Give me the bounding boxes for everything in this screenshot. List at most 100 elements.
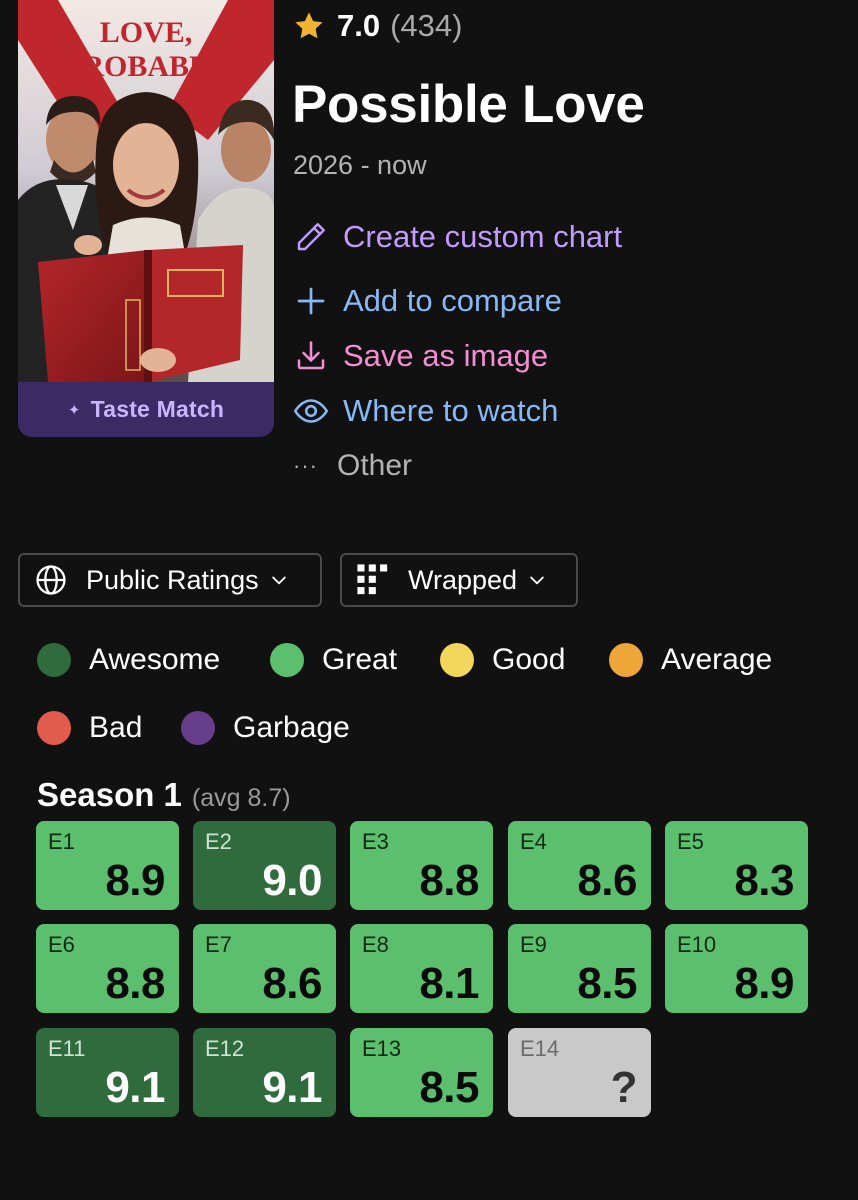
where-to-watch-button[interactable]: Where to watch bbox=[293, 391, 558, 431]
create-custom-chart-label: Create custom chart bbox=[343, 219, 623, 254]
legend-label: Garbage bbox=[233, 711, 350, 744]
episode-tile-e5[interactable]: E5 8.3 bbox=[665, 821, 808, 910]
episode-score: 8.6 bbox=[262, 959, 322, 1008]
episode-tile-e13[interactable]: E13 8.5 bbox=[350, 1028, 493, 1117]
legend-label: Awesome bbox=[89, 643, 221, 676]
season-header: Season 1 (avg 8.7) bbox=[37, 776, 291, 814]
layout-mode-value: Wrapped bbox=[408, 564, 518, 595]
legend-label: Average bbox=[661, 643, 773, 676]
episode-score: 8.8 bbox=[105, 959, 165, 1008]
episode-label: E13 bbox=[362, 1036, 402, 1061]
rating-count: (434) bbox=[390, 8, 463, 43]
poster-image: LOVE, PROBABLY bbox=[18, 0, 274, 382]
episode-tile-e10[interactable]: E10 8.9 bbox=[665, 924, 808, 1013]
show-detail-screen: LOVE, PROBABLY ✦ Taste Match 7.0 (434) P… bbox=[0, 0, 858, 1200]
episode-label: E3 bbox=[362, 829, 389, 854]
other-options-button[interactable]: ··· Other bbox=[293, 446, 412, 486]
legend-item-bad: Bad bbox=[37, 708, 142, 748]
sparkle-icon: ✦ bbox=[67, 401, 81, 419]
legend-dot bbox=[609, 643, 643, 677]
add-to-compare-button[interactable]: Add to compare bbox=[293, 281, 562, 321]
download-icon bbox=[297, 341, 325, 370]
episode-tile-e3[interactable]: E3 8.8 bbox=[350, 821, 493, 910]
episode-score: 9.0 bbox=[262, 856, 322, 905]
episode-tile-e11[interactable]: E11 9.1 bbox=[36, 1028, 179, 1117]
ratings-source-dropdown[interactable]: Public Ratings bbox=[18, 553, 322, 607]
more-dots-icon: ··· bbox=[293, 453, 318, 478]
chevron-down-icon bbox=[271, 576, 286, 585]
episode-tile-e2[interactable]: E2 9.0 bbox=[193, 821, 336, 910]
where-to-watch-label: Where to watch bbox=[343, 393, 559, 428]
layout-mode-dropdown[interactable]: Wrapped bbox=[340, 553, 578, 607]
episode-score: 8.1 bbox=[419, 959, 479, 1008]
star-icon bbox=[295, 12, 323, 39]
legend-dot bbox=[440, 643, 474, 677]
episode-label: E8 bbox=[362, 932, 389, 957]
episode-score: 8.6 bbox=[577, 856, 637, 905]
poster-logo-line1: LOVE, bbox=[100, 16, 193, 49]
episode-score: 8.5 bbox=[577, 959, 637, 1008]
plus-icon bbox=[297, 287, 325, 315]
episode-score: ? bbox=[610, 1063, 638, 1112]
episode-label: E2 bbox=[205, 829, 232, 854]
poster-card[interactable]: LOVE, PROBABLY ✦ Taste Match bbox=[18, 0, 274, 437]
episode-score: 9.1 bbox=[105, 1063, 165, 1112]
episode-score: 8.3 bbox=[734, 856, 794, 905]
episode-label: E4 bbox=[520, 829, 547, 854]
legend-item-great: Great bbox=[270, 640, 397, 680]
legend-dot bbox=[37, 643, 71, 677]
episode-label: E12 bbox=[205, 1036, 245, 1061]
chevron-down-icon bbox=[530, 576, 544, 585]
episode-label: E7 bbox=[205, 932, 232, 957]
episode-tile-e7[interactable]: E7 8.6 bbox=[193, 924, 336, 1013]
rating-value: 7.0 bbox=[337, 8, 381, 43]
ratings-source-value: Public Ratings bbox=[86, 564, 259, 595]
eye-icon bbox=[293, 399, 329, 423]
episode-score: 8.5 bbox=[419, 1063, 479, 1112]
other-label: Other bbox=[337, 449, 413, 482]
legend-dot bbox=[270, 643, 304, 677]
episode-label: E6 bbox=[48, 932, 75, 957]
episode-label: E5 bbox=[677, 829, 704, 854]
episode-label: E10 bbox=[677, 932, 717, 957]
episode-tile-e1[interactable]: E1 8.9 bbox=[36, 821, 179, 910]
legend-label: Great bbox=[322, 643, 398, 676]
season-average: (avg 8.7) bbox=[191, 784, 291, 812]
rating-row: 7.0 (434) bbox=[293, 6, 462, 46]
episode-tile-e12[interactable]: E12 9.1 bbox=[193, 1028, 336, 1117]
create-custom-chart-button[interactable]: Create custom chart bbox=[293, 217, 622, 257]
pencil-icon bbox=[297, 223, 325, 251]
taste-match-label: Taste Match bbox=[90, 396, 225, 422]
legend-item-good: Good bbox=[440, 640, 565, 680]
legend-dot bbox=[181, 711, 215, 745]
add-to-compare-label: Add to compare bbox=[343, 283, 562, 318]
episode-score: 8.9 bbox=[105, 856, 165, 905]
episode-tile-e6[interactable]: E6 8.8 bbox=[36, 924, 179, 1013]
save-as-image-button[interactable]: Save as image bbox=[293, 336, 548, 376]
episode-tile-e8[interactable]: E8 8.1 bbox=[350, 924, 493, 1013]
globe-icon bbox=[36, 565, 66, 595]
episode-score: 9.1 bbox=[262, 1063, 322, 1112]
episode-tile-e14[interactable]: E14? bbox=[508, 1028, 651, 1117]
episode-score: 8.9 bbox=[734, 959, 794, 1008]
grid-icon bbox=[357, 564, 388, 595]
episode-label: E14 bbox=[520, 1036, 560, 1061]
episode-tile-e9[interactable]: E9 8.5 bbox=[508, 924, 651, 1013]
show-years: 2026 - now bbox=[293, 150, 427, 180]
legend-dot bbox=[37, 711, 71, 745]
taste-match-button[interactable]: ✦ Taste Match bbox=[18, 382, 274, 437]
legend-item-average: Average bbox=[609, 640, 772, 680]
legend-item-awesome: Awesome bbox=[37, 640, 220, 680]
poster-logo-line2: PROBABLY bbox=[64, 50, 228, 83]
legend-item-garbage: Garbage bbox=[181, 708, 350, 748]
episode-tile-e4[interactable]: E4 8.6 bbox=[508, 821, 651, 910]
save-as-image-label: Save as image bbox=[343, 338, 549, 373]
legend-label: Good bbox=[492, 643, 566, 676]
episode-label: E1 bbox=[48, 829, 75, 854]
legend-label: Bad bbox=[89, 711, 143, 744]
episode-label: E9 bbox=[520, 932, 547, 957]
season-title: Season 1 bbox=[37, 776, 182, 813]
episode-label: E11 bbox=[48, 1036, 86, 1061]
episode-score: 8.8 bbox=[419, 856, 479, 905]
show-title: Possible Love bbox=[292, 75, 645, 134]
